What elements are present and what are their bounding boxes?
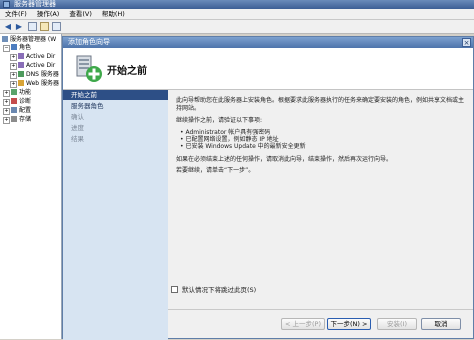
ad-icon	[18, 53, 24, 59]
tree-item-dns[interactable]: + DNS 服务器	[10, 71, 59, 79]
bullet-admin-password: • Administrator 帐户具有强密码	[180, 129, 271, 136]
tree-item-web[interactable]: + Web 服务器	[10, 80, 59, 88]
roles-icon	[11, 44, 17, 50]
up-folder-icon[interactable]	[40, 22, 49, 31]
wizard-header: 开始之前	[63, 48, 473, 90]
wizard-step-progress: 进度	[71, 124, 84, 132]
help-icon[interactable]	[52, 22, 61, 31]
skip-page-checkbox-row[interactable]: 默认情况下将跳过此页(S)	[171, 286, 256, 294]
menu-file[interactable]: 文件(F)	[0, 9, 32, 20]
wizard-title: 添加角色向导	[68, 38, 110, 46]
menu-action[interactable]: 操作(A)	[32, 9, 65, 20]
wizard-heading: 开始之前	[107, 66, 147, 77]
tree-item-configuration[interactable]: + 配置	[3, 107, 31, 115]
tree-item-storage[interactable]: + 存储	[3, 116, 31, 124]
wizard-step-server-roles[interactable]: 服务器角色	[63, 101, 168, 111]
expand-icon[interactable]: +	[3, 117, 10, 124]
cancel-button[interactable]: 取消	[421, 318, 461, 330]
features-icon	[11, 89, 17, 95]
show-hide-tree-icon[interactable]	[28, 22, 37, 31]
expand-icon[interactable]: +	[10, 81, 17, 88]
wizard-footer-divider	[168, 309, 473, 310]
wizard-step-nav: 开始之前 服务器角色 确认 进度 结果	[63, 90, 168, 340]
wizard-content: 此向导帮助您在此服务器上安装角色。根据要求此服务器执行的任务来确定要安装的角色，…	[176, 97, 469, 297]
expand-icon[interactable]: +	[10, 63, 17, 70]
skip-page-checkbox-label: 默认情况下将跳过此页(S)	[182, 286, 257, 294]
configuration-icon	[11, 107, 17, 113]
forward-arrow-icon[interactable]: ▶	[14, 22, 24, 32]
close-icon[interactable]: ×	[462, 38, 471, 47]
add-roles-wizard-icon	[76, 55, 102, 82]
next-button[interactable]: 下一步(N) >	[327, 318, 371, 330]
wizard-titlebar: 添加角色向导	[63, 37, 473, 48]
expand-icon[interactable]: +	[10, 54, 17, 61]
menu-view[interactable]: 查看(V)	[64, 9, 97, 20]
navigation-tree: 服务器管理器 (W − 角色 + Active Dir + Active Dir + D…	[0, 34, 62, 339]
tree-item-ad-1[interactable]: + Active Dir	[10, 53, 55, 61]
skip-page-checkbox[interactable]	[171, 286, 178, 293]
tree-item-features[interactable]: + 功能	[3, 89, 31, 97]
dns-icon	[18, 71, 24, 77]
expand-icon[interactable]: +	[3, 99, 10, 106]
wizard-step-confirmation: 确认	[71, 113, 84, 121]
wizard-step-results: 结果	[71, 135, 84, 143]
wizard-intro-text: 此向导帮助您在此服务器上安装角色。根据要求此服务器执行的任务来确定要安装的角色，…	[176, 97, 465, 112]
expand-icon[interactable]: +	[3, 90, 10, 97]
install-button[interactable]: 安装(I)	[377, 318, 417, 330]
tree-item-ad-2[interactable]: + Active Dir	[10, 62, 55, 70]
tree-item-roles[interactable]: − 角色	[3, 44, 31, 52]
collapse-icon[interactable]: −	[3, 45, 10, 52]
server-manager-app-icon	[3, 1, 10, 8]
window-titlebar: 服务器管理器	[0, 0, 474, 9]
verify-heading-text: 继续操作之前，请验证以下事项:	[176, 117, 263, 124]
wizard-step-before-you-begin[interactable]: 开始之前	[63, 90, 168, 100]
diagnostics-icon	[11, 98, 17, 104]
tree-item-diagnostics[interactable]: + 诊断	[3, 98, 31, 106]
cancel-wizard-hint-text: 如果在必须结束上述的任何操作，请取消此向导，结束操作，然后再次运行向导。	[176, 156, 393, 163]
continue-hint-text: 若要继续，请单击“下一步”。	[176, 167, 255, 174]
bullet-network-settings: • 已配置网络设置，例如静态 IP 地址	[180, 136, 279, 143]
toolbar: ◀ ▶	[0, 20, 474, 34]
expand-icon[interactable]: +	[10, 72, 17, 79]
back-button[interactable]: < 上一步(P)	[281, 318, 325, 330]
expand-icon[interactable]: +	[3, 108, 10, 115]
window-title: 服务器管理器	[14, 0, 56, 8]
storage-icon	[11, 116, 17, 122]
menu-help[interactable]: 帮助(H)	[97, 9, 130, 20]
tree-item-server-manager[interactable]: 服务器管理器 (W	[2, 36, 56, 43]
bullet-windows-update: • 已安装 Windows Update 中的最新安全更新	[180, 143, 306, 150]
ad-icon	[18, 62, 24, 68]
back-arrow-icon[interactable]: ◀	[3, 22, 13, 32]
add-roles-wizard-dialog: 添加角色向导 × 开始之前 开始之前 服务器角色 确认 进度 结果 此向导帮助您…	[62, 36, 474, 340]
menu-bar: 文件(F) 操作(A) 查看(V) 帮助(H)	[0, 9, 474, 20]
web-icon	[18, 80, 24, 86]
server-manager-icon	[2, 36, 8, 42]
